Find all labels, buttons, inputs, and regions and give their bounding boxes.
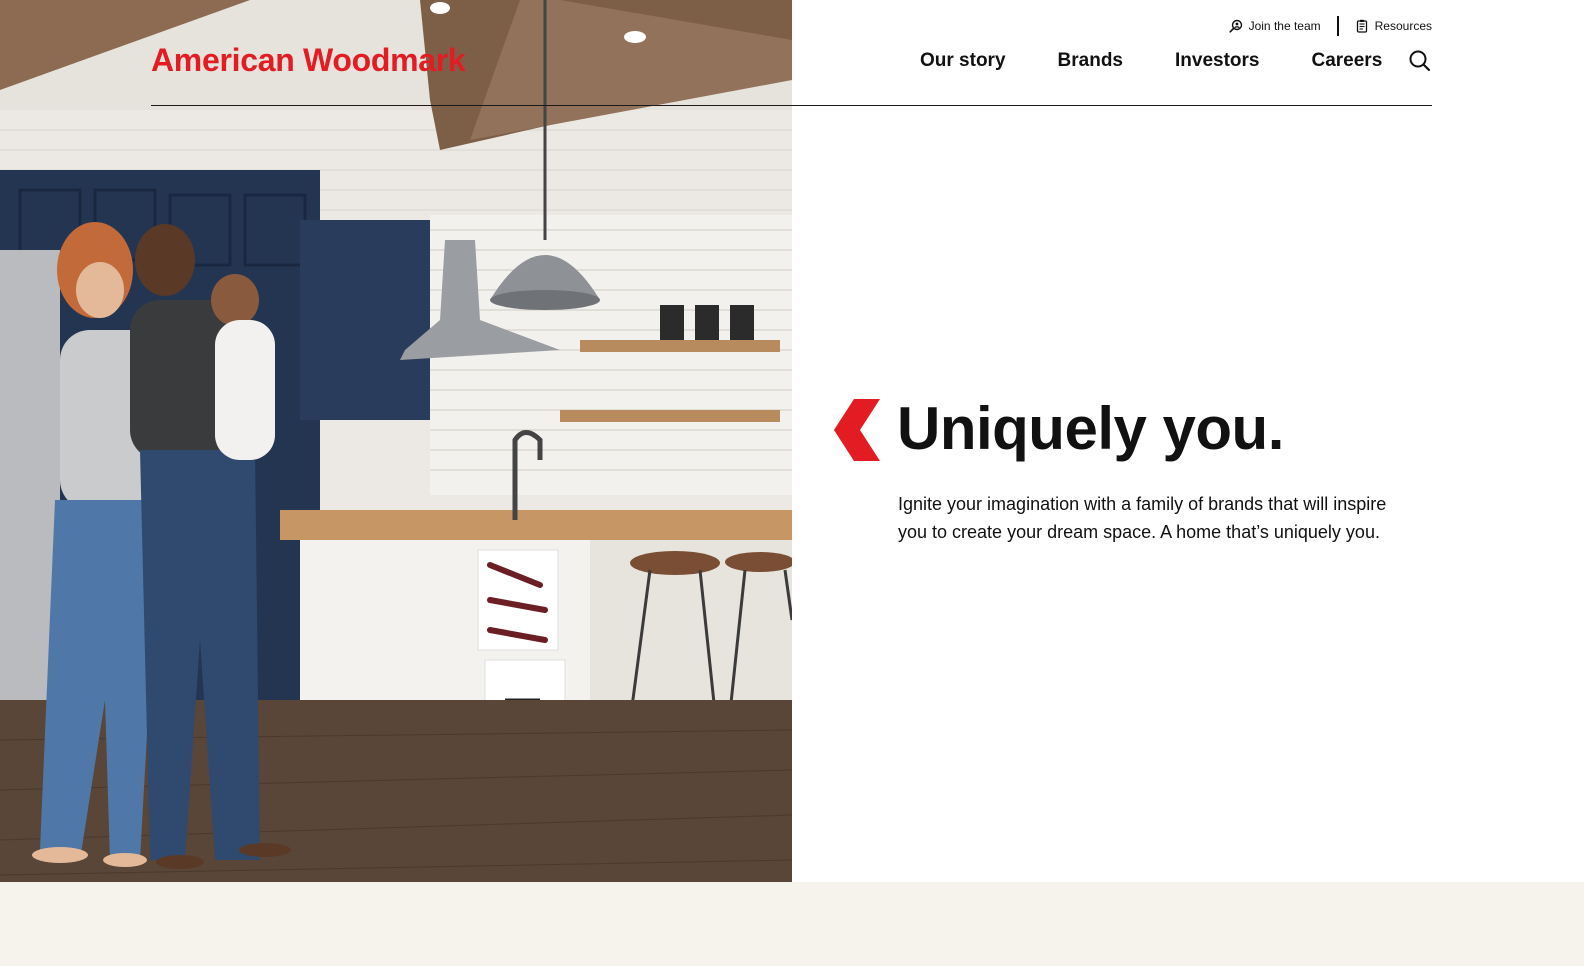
person-search-icon	[1228, 19, 1242, 33]
main-nav: Our story Brands Investors Careers	[920, 50, 1382, 72]
nav-brands[interactable]: Brands	[1058, 50, 1123, 72]
chevron-left-icon	[834, 399, 880, 461]
utility-nav: Join the team Resources	[1228, 15, 1432, 37]
nav-our-story[interactable]: Our story	[920, 50, 1006, 72]
join-the-team-label: Join the team	[1248, 19, 1321, 33]
resources-label: Resources	[1374, 19, 1432, 33]
nav-investors[interactable]: Investors	[1175, 50, 1259, 72]
nav-careers[interactable]: Careers	[1311, 50, 1382, 72]
search-icon	[1409, 50, 1431, 72]
hero-body: Ignite your imagination with a family of…	[898, 494, 1387, 542]
hero-image	[0, 0, 792, 882]
resources-link[interactable]: Resources	[1355, 19, 1432, 33]
document-icon	[1356, 19, 1367, 33]
hero-headline: Uniquely you.	[897, 395, 1284, 462]
page: American Woodmark Join the team Resource…	[0, 0, 1584, 966]
header-divider	[151, 105, 1432, 106]
search-button[interactable]	[1408, 49, 1432, 73]
join-the-team-link[interactable]: Join the team	[1228, 19, 1321, 33]
utility-divider	[1336, 16, 1339, 36]
bottom-band	[0, 882, 1584, 966]
logo[interactable]: American Woodmark	[151, 44, 466, 76]
